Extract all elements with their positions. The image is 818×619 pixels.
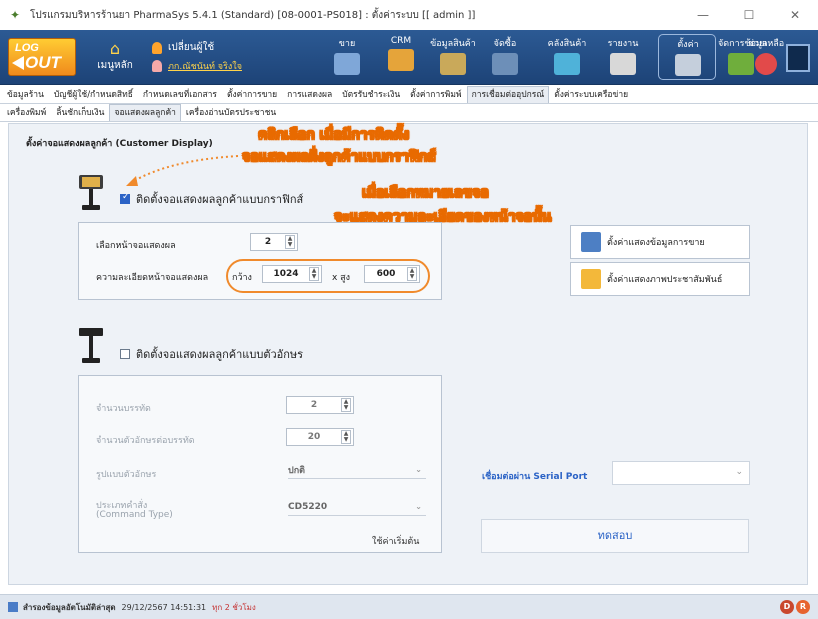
screen-number-value: 2 [264, 237, 272, 247]
promo-image-settings-button[interactable]: ตั้งค่าแสดงภาพประชาสัมพันธ์ [570, 262, 750, 296]
lines-stepper[interactable]: 2 ▲ ▼ [286, 396, 354, 414]
resolution-label: ความละเอียดหน้าจอแสดงผล [96, 273, 209, 283]
font-style-label: รูปแบบตัวอักษร [96, 470, 157, 480]
chars-stepper[interactable]: 20 ▲ ▼ [286, 428, 354, 446]
chevron-down-icon: ⌄ [415, 502, 422, 511]
lines-value: 2 [310, 400, 318, 410]
use-default-link[interactable]: ใช้ค่าเริ่มต้น [372, 534, 419, 548]
text-display-checkbox-label: ติดตั้งจอแสดงผลลูกค้าแบบตัวอักษร [136, 348, 304, 361]
graphic-display-checkbox[interactable] [120, 192, 130, 204]
command-type-label-2: (Command Type) [96, 510, 173, 520]
stepper-arrows-icon[interactable]: ▲ ▼ [341, 430, 351, 444]
backup-interval: ทุก 2 ชั่วโมง [212, 602, 256, 612]
text-display-checkbox[interactable] [120, 349, 130, 359]
arrow-to-graphic-checkbox [131, 155, 239, 183]
command-type-value: CD5220 [288, 501, 328, 512]
resolution-highlight [226, 259, 430, 293]
chevron-down-icon: ⌄ [735, 467, 743, 477]
serial-port-select[interactable]: ⌄ [612, 461, 750, 485]
stepper-arrows-icon[interactable]: ▲ ▼ [285, 235, 295, 249]
promo-image-settings-label: ตั้งค่าแสดงภาพประชาสัมพันธ์ [607, 275, 723, 285]
serial-port-label: เชื่อมต่อผ่าน Serial Port [482, 472, 588, 482]
r-badge-icon: R [796, 600, 810, 614]
megaphone-icon [581, 269, 601, 289]
screen-number-stepper[interactable]: 2 ▲ ▼ [250, 233, 298, 251]
chars-value: 20 [307, 432, 321, 442]
font-style-select[interactable]: ปกติ ⌄ [288, 461, 426, 479]
arrow-head-1 [126, 176, 138, 186]
d-badge-icon: D [780, 600, 794, 614]
text-display-option[interactable]: ติดตั้งจอแสดงผลลูกค้าแบบตัวอักษร [120, 345, 303, 363]
chevron-down-icon: ⌄ [415, 465, 422, 474]
backup-status-label: สำรองข้อมูลอัตโนมัติล่าสุด [23, 602, 116, 612]
status-badges: D R [780, 600, 810, 614]
lines-label: จำนวนบรรทัด [96, 404, 151, 414]
font-style-value: ปกติ [288, 465, 306, 476]
command-type-select[interactable]: CD5220 ⌄ [288, 498, 426, 516]
sales-display-settings-button[interactable]: ตั้งค่าแสดงข้อมูลการขาย [570, 225, 750, 259]
select-screen-label: เลือกหน้าจอแสดงผล [96, 241, 176, 251]
graphic-display-terminal-icon [79, 175, 103, 210]
chars-label: จำนวนตัวอักษรต่อบรรทัด [96, 436, 195, 446]
graphic-display-option[interactable]: ติดตั้งจอแสดงผลลูกค้าแบบกราฟิกส์ [120, 190, 303, 208]
status-bar: สำรองข้อมูลอัตโนมัติล่าสุด 29/12/2567 14… [0, 594, 818, 619]
document-pen-icon [581, 232, 601, 252]
backup-datetime: 29/12/2567 14:51:31 [121, 602, 207, 612]
stepper-arrows-icon[interactable]: ▲ ▼ [341, 398, 351, 412]
graphic-display-checkbox-label: ติดตั้งจอแสดงผลลูกค้าแบบกราฟิกส์ [136, 193, 304, 206]
text-display-terminal-icon [79, 328, 103, 363]
backup-icon [8, 602, 18, 612]
test-button[interactable]: ทดสอบ [481, 519, 749, 553]
sales-display-settings-label: ตั้งค่าแสดงข้อมูลการขาย [607, 238, 705, 248]
